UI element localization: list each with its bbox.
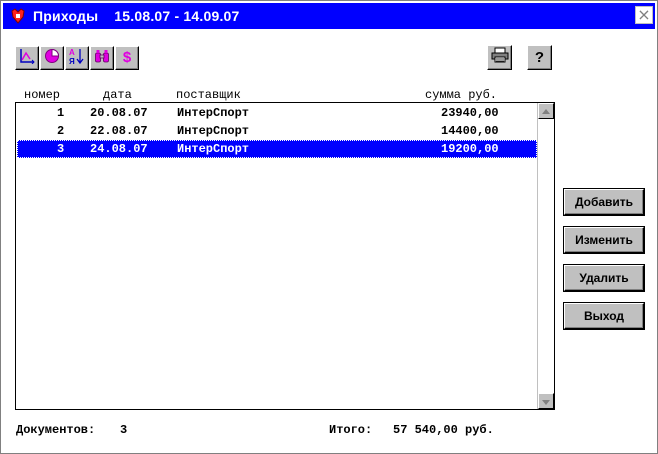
svg-text:Я: Я — [69, 57, 75, 65]
total-label: Итого: — [329, 423, 373, 437]
row-supplier: ИнтерСпорт — [177, 124, 250, 138]
window-period: 15.08.07 - 14.09.07 — [114, 8, 240, 24]
documents-count-value: 3 — [120, 423, 128, 437]
main-window: Приходы 15.08.07 - 14.09.07 × A Я $ ? но… — [0, 0, 658, 454]
add-button-label: Добавить — [574, 195, 634, 209]
print-button[interactable] — [487, 45, 512, 70]
arrow-down-icon — [542, 392, 550, 410]
documents-count-label: Документов: — [16, 423, 96, 437]
printer-icon — [491, 47, 509, 68]
search-button[interactable] — [90, 46, 114, 70]
svg-text:A: A — [69, 48, 75, 57]
vertical-scrollbar[interactable] — [537, 103, 554, 409]
scroll-up-button[interactable] — [538, 103, 554, 119]
title-bar[interactable]: Приходы 15.08.07 - 14.09.07 × — [3, 3, 655, 29]
dollar-icon: $ — [122, 49, 132, 66]
exit-button-label: Выход — [583, 309, 625, 323]
exit-button[interactable]: Выход — [564, 303, 644, 329]
help-icon: ? — [534, 49, 545, 66]
window-title: Приходы — [33, 8, 99, 24]
edit-button-label: Изменить — [575, 233, 633, 247]
total-value: 57 540,00 руб. — [393, 423, 494, 437]
help-button[interactable]: ? — [527, 45, 552, 70]
edit-button[interactable]: Изменить — [564, 227, 644, 253]
row-sum: 19200,00 — [441, 142, 499, 156]
axis-chart-icon — [19, 48, 35, 69]
table-row-selected[interactable]: 3 24.08.07 ИнтерСпорт 19200,00 — [17, 140, 537, 158]
table-row[interactable]: 1 20.08.07 ИнтерСпорт 23940,00 — [17, 104, 537, 122]
column-header-sum[interactable]: сумма руб. — [425, 88, 497, 102]
scroll-down-button[interactable] — [538, 393, 554, 409]
sort-button[interactable]: A Я — [65, 46, 89, 70]
binoculars-icon — [94, 48, 110, 69]
row-supplier: ИнтерСпорт — [177, 106, 250, 120]
pie-chart-icon — [44, 48, 60, 69]
column-header-number[interactable]: номер — [24, 88, 60, 102]
row-number: 1 — [57, 106, 65, 120]
add-button[interactable]: Добавить — [564, 189, 644, 215]
close-button[interactable]: × — [635, 6, 653, 24]
documents-list[interactable]: 1 20.08.07 ИнтерСпорт 23940,00 2 22.08.0… — [15, 102, 555, 410]
row-sum: 14400,00 — [441, 124, 499, 138]
row-number: 3 — [57, 142, 65, 156]
chart-axes-button[interactable] — [15, 46, 39, 70]
close-icon: × — [637, 5, 651, 24]
row-sum: 23940,00 — [441, 106, 499, 120]
currency-button[interactable]: $ — [115, 46, 139, 70]
sort-az-icon: A Я — [69, 47, 85, 70]
row-date: 20.08.07 — [90, 106, 148, 120]
app-logo-icon — [9, 7, 27, 25]
row-number: 2 — [57, 124, 65, 138]
delete-button-label: Удалить — [579, 271, 629, 285]
column-header-date[interactable]: дата — [103, 88, 132, 102]
pie-chart-button[interactable] — [40, 46, 64, 70]
row-date: 22.08.07 — [90, 124, 148, 138]
row-supplier: ИнтерСпорт — [177, 142, 250, 156]
column-header-supplier[interactable]: поставщик — [176, 88, 241, 102]
row-date: 24.08.07 — [90, 142, 148, 156]
table-row[interactable]: 2 22.08.07 ИнтерСпорт 14400,00 — [17, 122, 537, 140]
arrow-up-icon — [542, 102, 550, 120]
delete-button[interactable]: Удалить — [564, 265, 644, 291]
